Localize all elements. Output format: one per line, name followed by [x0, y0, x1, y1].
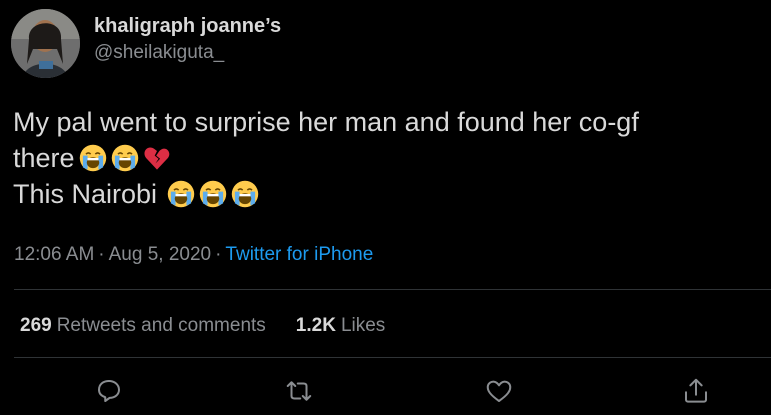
- tweet-source-link[interactable]: Twitter for iPhone: [225, 244, 373, 265]
- loudly-crying-face-emoji: [167, 180, 195, 208]
- broken-heart-emoji: [144, 147, 169, 170]
- meta-separator: ·: [215, 244, 222, 265]
- avatar[interactable]: [11, 9, 80, 78]
- tweet-line-1: My pal went to surprise her man and foun…: [13, 107, 639, 137]
- tweet-line-3-text: This Nairobi: [13, 179, 158, 209]
- retweets-label: Retweets and comments: [56, 315, 266, 336]
- tweet-stats: 269 Retweets and comments 1.2K Likes: [20, 315, 385, 337]
- likes-label: Likes: [340, 315, 386, 336]
- retweets-stat[interactable]: 269 Retweets and comments: [20, 315, 266, 337]
- divider: [14, 357, 771, 358]
- reply-icon[interactable]: [94, 376, 124, 406]
- meta-separator: ·: [98, 244, 105, 265]
- like-icon[interactable]: [484, 376, 514, 406]
- tweet-line-2: there: [13, 140, 763, 176]
- divider: [14, 289, 771, 290]
- loudly-crying-face-emoji: [79, 144, 106, 172]
- tweet-metadata: 12:06 AM · Aug 5, 2020 · Twitter for iPhone: [14, 244, 373, 266]
- display-name[interactable]: khaligraph joanne’s: [94, 15, 281, 38]
- tweet-line-3: This Nairobi: [13, 176, 763, 212]
- likes-count: 1.2K: [295, 315, 336, 336]
- likes-stat[interactable]: 1.2K Likes: [296, 315, 386, 337]
- tweet-time[interactable]: 12:06 AM: [14, 244, 94, 265]
- tweet-date[interactable]: Aug 5, 2020: [109, 244, 211, 265]
- loudly-crying-face-emoji: [231, 180, 259, 208]
- retweets-count: 269: [20, 315, 52, 336]
- retweet-icon[interactable]: [284, 376, 314, 406]
- tweet-text: My pal went to surprise her man and foun…: [13, 104, 763, 212]
- user-handle[interactable]: @sheilakiguta_: [94, 42, 224, 64]
- share-icon[interactable]: [681, 376, 711, 406]
- loudly-crying-face-emoji: [111, 144, 138, 172]
- loudly-crying-face-emoji: [199, 180, 227, 208]
- tweet-line-2-text: there: [13, 143, 75, 173]
